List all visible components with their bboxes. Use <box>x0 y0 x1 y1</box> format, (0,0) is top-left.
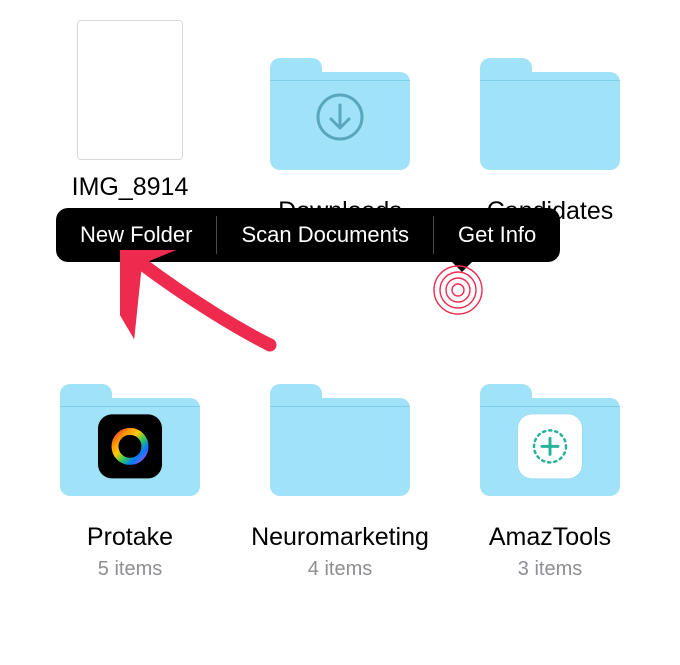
arrow-down-circle-icon <box>315 92 365 147</box>
context-menu-new-folder[interactable]: New Folder <box>56 208 216 262</box>
folder-item-protake[interactable]: Protake 5 items <box>30 370 230 581</box>
protake-app-icon <box>98 414 162 478</box>
folder-item-candidates[interactable]: Candidates <box>450 44 650 226</box>
folder-item-neuromarketing[interactable]: Neuromarketing 4 items <box>240 370 440 581</box>
context-menu-scan-documents[interactable]: Scan Documents <box>217 208 433 262</box>
context-menu-caret-icon <box>451 261 473 272</box>
folder-icon <box>60 370 200 510</box>
item-label: Protake <box>87 522 173 552</box>
context-menu: New Folder Scan Documents Get Info <box>56 208 560 262</box>
item-label: IMG_8914 <box>72 172 189 202</box>
context-menu-get-info[interactable]: Get Info <box>434 208 560 262</box>
folder-icon <box>480 370 620 510</box>
folder-icon <box>270 370 410 510</box>
blank-file-icon <box>60 20 200 160</box>
item-label: Neuromarketing <box>251 522 429 552</box>
folder-item-downloads[interactable]: Downloads <box>240 44 440 226</box>
folder-icon <box>480 44 620 184</box>
annotation-arrow-icon <box>120 250 290 360</box>
folder-item-amaztools[interactable]: AmazTools 3 items <box>450 370 650 581</box>
item-label: AmazTools <box>489 522 611 552</box>
item-sublabel: 4 items <box>308 558 372 581</box>
amaztools-app-icon <box>518 414 582 478</box>
item-sublabel: 5 items <box>98 558 162 581</box>
file-item-img8914[interactable]: IMG_8914 24 <box>30 20 230 231</box>
folder-icon <box>270 44 410 184</box>
item-sublabel: 3 items <box>518 558 582 581</box>
